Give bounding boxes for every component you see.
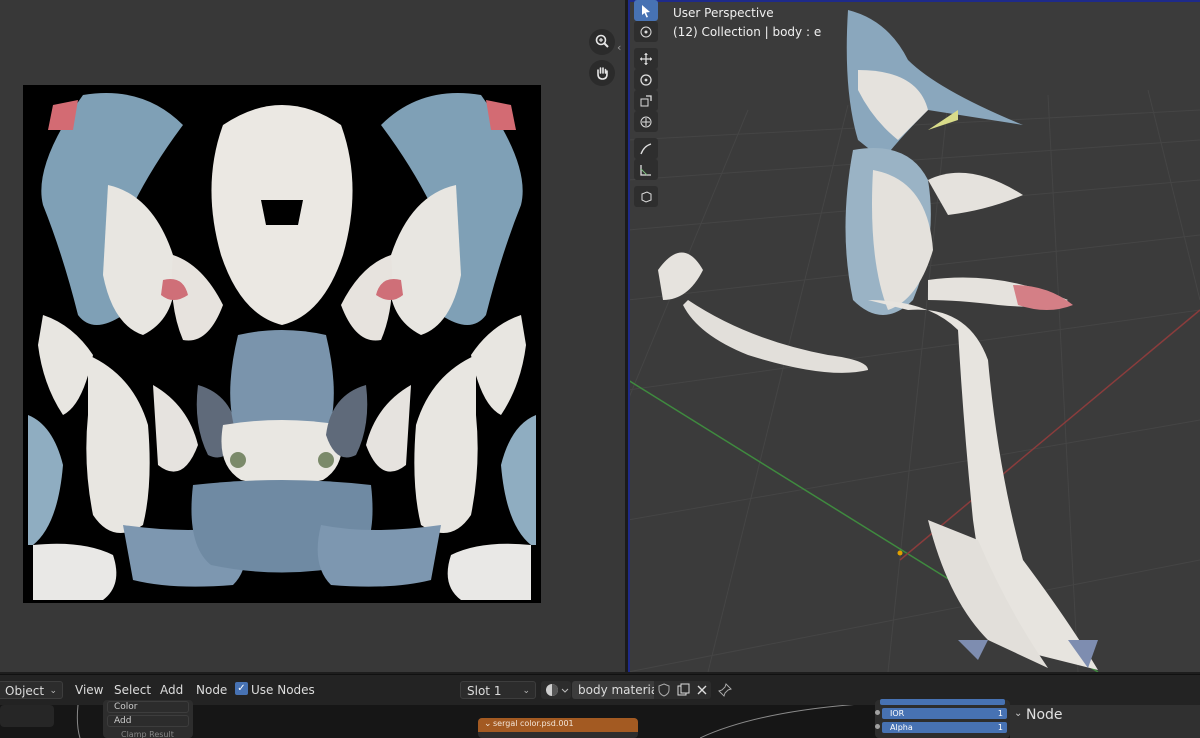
measure-tool[interactable] (634, 159, 658, 180)
node-partial[interactable] (0, 705, 54, 727)
menu-select[interactable]: Select (114, 681, 151, 699)
ior-socket[interactable] (875, 710, 880, 715)
collapse-arrow-icon[interactable]: ‹ (617, 40, 625, 56)
cursor-tool[interactable] (634, 21, 658, 42)
alpha-socket[interactable] (875, 724, 880, 729)
unlink-material-button[interactable] (693, 681, 711, 699)
menu-node[interactable]: Node (196, 681, 227, 699)
close-icon (697, 685, 707, 695)
scale-tool[interactable] (634, 90, 658, 111)
view-subtitle: (12) Collection | body : e (673, 25, 822, 39)
pan-view-button[interactable] (589, 60, 615, 86)
zoom-view-button[interactable] (589, 29, 615, 55)
blend-mode-dropdown[interactable]: Add (107, 715, 189, 727)
slot-label: Slot 1 (467, 684, 502, 698)
principled-bsdf-node[interactable]: IOR 1 Alpha 1 (875, 699, 1010, 738)
move-icon (640, 52, 652, 65)
menu-view[interactable]: View (75, 681, 103, 699)
material-browse-button[interactable] (541, 681, 571, 699)
viewport-info: User Perspective (12) Collection | body … (673, 4, 821, 42)
crosshair-icon (640, 26, 652, 37)
select-tool[interactable] (634, 0, 658, 21)
material-name-field[interactable]: body material (572, 681, 662, 699)
image-texture-node[interactable]: ⌄ sergal color.psd.001 (478, 718, 638, 738)
cursor-select-icon (642, 4, 650, 17)
use-nodes-checkbox[interactable]: ✓ (235, 682, 248, 695)
node-link (76, 705, 81, 738)
rotate-icon (640, 73, 652, 86)
mode-label: Object (5, 684, 45, 698)
3d-viewport[interactable] (628, 0, 1200, 672)
chevron-down-icon: ⌄ (522, 686, 530, 696)
scale-icon (640, 94, 652, 106)
copy-icon (677, 683, 690, 696)
alpha-field[interactable]: Alpha 1 (882, 722, 1007, 733)
chevron-down-icon[interactable]: ⌄ (1014, 708, 1022, 719)
annotate-icon (640, 142, 652, 154)
sidebar-panel-title: Node (1026, 707, 1063, 723)
pin-button[interactable] (716, 681, 734, 699)
use-nodes-label: Use Nodes (251, 683, 315, 697)
alpha-label: Alpha (890, 723, 913, 732)
alpha-value: 1 (997, 723, 1003, 732)
chevron-down-icon: ⌄ (49, 686, 57, 696)
move-tool[interactable] (634, 48, 658, 69)
material-sphere-icon (546, 684, 569, 696)
field-partial[interactable] (880, 699, 1005, 705)
image-node-header: ⌄ sergal color.psd.001 (478, 718, 638, 732)
cube-icon (641, 190, 652, 203)
mode-dropdown[interactable]: Object ⌄ (0, 681, 63, 699)
annotate-tool[interactable] (634, 138, 658, 159)
node-sidebar: ⌄ Node (1010, 705, 1200, 738)
mix-node[interactable]: Color Add Clamp Result (103, 700, 193, 738)
ior-field[interactable]: IOR 1 (882, 708, 1007, 719)
pin-icon (718, 683, 732, 697)
menu-add[interactable]: Add (160, 681, 183, 699)
transform-tool[interactable] (634, 111, 658, 132)
transform-icon (640, 116, 652, 127)
rotate-tool[interactable] (634, 69, 658, 90)
mix-type-dropdown[interactable]: Color (107, 701, 189, 713)
zoom-icon (595, 34, 609, 48)
image-node-title: sergal color.psd.001 (493, 719, 574, 728)
view-title: User Perspective (673, 6, 774, 20)
hand-icon (597, 67, 608, 80)
object-origin (897, 550, 903, 556)
viewport-scene (630, 2, 1200, 672)
node-link-right (700, 705, 855, 738)
ior-label: IOR (890, 709, 905, 718)
ior-value: 1 (997, 709, 1003, 718)
duplicate-material-button[interactable] (674, 681, 693, 699)
uv-texture-canvas[interactable] (23, 85, 541, 603)
slot-dropdown[interactable]: Slot 1 ⌄ (460, 681, 536, 699)
tool-toolbar (634, 0, 660, 207)
fake-user-button[interactable] (654, 681, 674, 699)
collapse-arrow-icon: ⌄ (484, 719, 492, 729)
measure-icon (640, 164, 651, 176)
shield-icon (658, 683, 670, 697)
add-cube-tool[interactable] (634, 186, 658, 207)
clamp-result-option[interactable]: Clamp Result (121, 731, 174, 738)
